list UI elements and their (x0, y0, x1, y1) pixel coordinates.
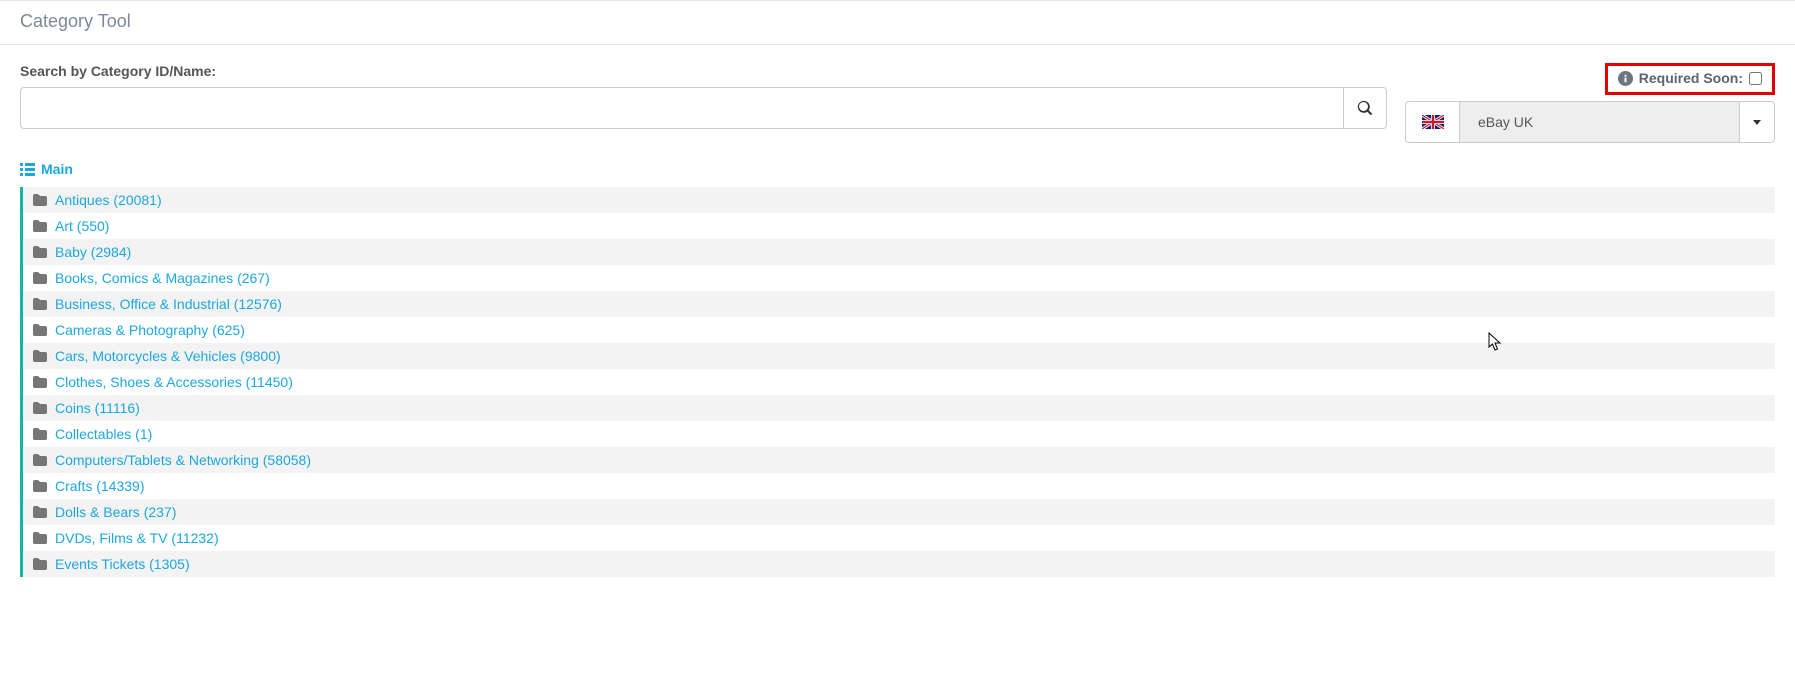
list-icon (20, 163, 35, 176)
category-item[interactable]: Books, Comics & Magazines (267) (23, 265, 1775, 291)
category-item[interactable]: Cameras & Photography (625) (23, 317, 1775, 343)
category-item[interactable]: Baby (2984) (23, 239, 1775, 265)
category-label: Antiques (20081) (55, 192, 162, 208)
required-soon-label: Required Soon: (1639, 70, 1743, 86)
page-header: Category Tool (0, 1, 1795, 45)
category-item[interactable]: Dolls & Bears (237) (23, 499, 1775, 525)
folder-icon (33, 376, 47, 388)
category-label: Events Tickets (1305) (55, 556, 190, 572)
folder-icon (33, 506, 47, 518)
category-label: Baby (2984) (55, 244, 131, 260)
search-input[interactable] (20, 87, 1343, 129)
folder-icon (33, 324, 47, 336)
folder-icon (33, 194, 47, 206)
category-label: Dolls & Bears (237) (55, 504, 176, 520)
folder-icon (33, 246, 47, 258)
category-item[interactable]: Antiques (20081) (23, 187, 1775, 213)
folder-icon (33, 558, 47, 570)
category-item[interactable]: Collectables (1) (23, 421, 1775, 447)
breadcrumb-main[interactable]: Main (41, 161, 73, 177)
search-icon (1357, 100, 1373, 116)
category-item[interactable]: Cars, Motorcycles & Vehicles (9800) (23, 343, 1775, 369)
breadcrumb[interactable]: Main (0, 143, 1795, 187)
category-label: Computers/Tablets & Networking (58058) (55, 452, 311, 468)
folder-icon (33, 402, 47, 414)
category-label: Business, Office & Industrial (12576) (55, 296, 282, 312)
info-icon (1618, 71, 1633, 86)
required-soon-box: Required Soon: (1605, 63, 1775, 95)
category-label: Art (550) (55, 218, 109, 234)
search-button[interactable] (1343, 87, 1387, 129)
folder-icon (33, 220, 47, 232)
folder-icon (33, 454, 47, 466)
category-label: Cars, Motorcycles & Vehicles (9800) (55, 348, 281, 364)
site-label: eBay UK (1459, 101, 1739, 143)
site-flag-box (1405, 101, 1459, 143)
chevron-down-icon (1753, 120, 1761, 125)
folder-icon (33, 532, 47, 544)
site-selector[interactable]: eBay UK (1405, 101, 1775, 143)
folder-icon (33, 272, 47, 284)
category-label: Crafts (14339) (55, 478, 144, 494)
uk-flag-icon (1422, 115, 1444, 129)
category-item[interactable]: Computers/Tablets & Networking (58058) (23, 447, 1775, 473)
search-label: Search by Category ID/Name: (20, 63, 1387, 79)
page-title: Category Tool (20, 11, 1775, 32)
site-dropdown-toggle[interactable] (1739, 101, 1775, 143)
folder-icon (33, 428, 47, 440)
category-label: Coins (11116) (55, 400, 140, 416)
category-item[interactable]: Crafts (14339) (23, 473, 1775, 499)
category-label: Collectables (1) (55, 426, 152, 442)
category-list: Antiques (20081) Art (550) Baby (2984) Book… (20, 187, 1775, 577)
required-soon-checkbox[interactable] (1749, 72, 1762, 85)
category-label: Clothes, Shoes & Accessories (11450) (55, 374, 293, 390)
category-item[interactable]: Events Tickets (1305) (23, 551, 1775, 577)
folder-icon (33, 480, 47, 492)
category-item[interactable]: Art (550) (23, 213, 1775, 239)
category-label: Cameras & Photography (625) (55, 322, 245, 338)
category-item[interactable]: Clothes, Shoes & Accessories (11450) (23, 369, 1775, 395)
category-label: Books, Comics & Magazines (267) (55, 270, 270, 286)
category-item[interactable]: Business, Office & Industrial (12576) (23, 291, 1775, 317)
folder-icon (33, 298, 47, 310)
folder-icon (33, 350, 47, 362)
category-item[interactable]: Coins (11116) (23, 395, 1775, 421)
category-item[interactable]: DVDs, Films & TV (11232) (23, 525, 1775, 551)
category-label: DVDs, Films & TV (11232) (55, 530, 219, 546)
